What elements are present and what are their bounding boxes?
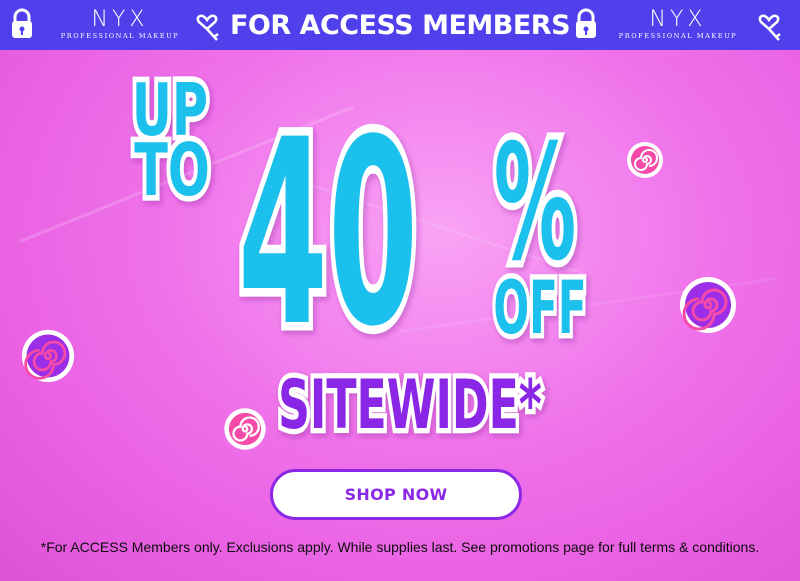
shop-now-button[interactable]: SHOP NOW [270,469,522,520]
promo-amount: 40 [238,85,418,383]
promo-banner[interactable]: NYX PROFESSIONAL MAKEUP FOR ACCESS MEMBE… [0,0,800,581]
promo-scope: SITEWIDE* [278,366,542,444]
promo-off: OFF [493,267,586,351]
swirl-candy-icon [627,142,663,178]
promo-to: TO [134,127,210,212]
swirl-candy-icon [21,329,75,383]
swirl-candy-icon [224,408,266,450]
swirl-candy-icon [680,277,736,333]
disclaimer-text: *For ACCESS Members only. Exclusions app… [40,539,760,555]
